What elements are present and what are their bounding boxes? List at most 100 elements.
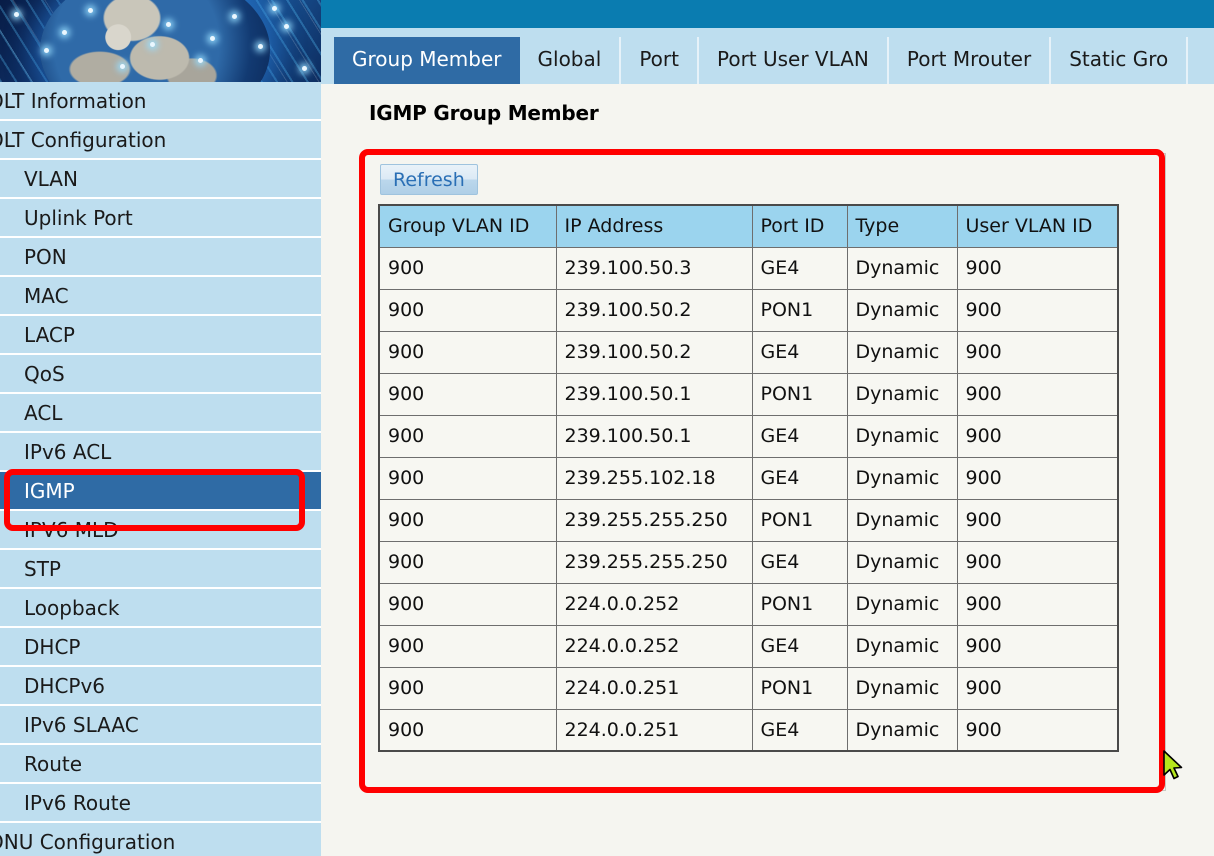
sidebar-item-route[interactable]: Route bbox=[0, 745, 321, 784]
table-cell: Dynamic bbox=[847, 541, 957, 583]
table-cell: 900 bbox=[957, 625, 1118, 667]
table-row: 900224.0.0.252PON1Dynamic900 bbox=[379, 583, 1118, 625]
table-cell: Dynamic bbox=[847, 667, 957, 709]
sidebar-item-ipv6-route[interactable]: IPv6 Route bbox=[0, 784, 321, 823]
table-cell: GE4 bbox=[752, 625, 847, 667]
sidebar-item-mac[interactable]: MAC bbox=[0, 277, 321, 316]
main-area: Group MemberGlobalPortPort User VLANPort… bbox=[321, 0, 1214, 856]
table-cell: 224.0.0.252 bbox=[556, 583, 752, 625]
table-cell: Dynamic bbox=[847, 625, 957, 667]
sidebar-item-ipv6-mld[interactable]: IPV6 MLD bbox=[0, 511, 321, 550]
table-cell: 900 bbox=[957, 583, 1118, 625]
igmp-group-member-panel: Refresh Group VLAN IDIP AddressPort IDTy… bbox=[363, 153, 1166, 791]
refresh-button[interactable]: Refresh bbox=[380, 164, 478, 195]
tab-group-member[interactable]: Group Member bbox=[334, 37, 520, 84]
table-row: 900239.255.102.18GE4Dynamic900 bbox=[379, 457, 1118, 499]
sidebar-item-lacp[interactable]: LACP bbox=[0, 316, 321, 355]
table-cell: Dynamic bbox=[847, 247, 957, 289]
table-cell: 900 bbox=[379, 583, 556, 625]
table-cell: Dynamic bbox=[847, 499, 957, 541]
table-cell: GE4 bbox=[752, 247, 847, 289]
table-cell: 224.0.0.251 bbox=[556, 709, 752, 751]
table-cell: GE4 bbox=[752, 457, 847, 499]
tab-port[interactable]: Port bbox=[621, 37, 699, 84]
sidebar-item-dhcpv6[interactable]: DHCPv6 bbox=[0, 667, 321, 706]
tab-global[interactable]: Global bbox=[520, 37, 622, 84]
column-header-group-vlan-id: Group VLAN ID bbox=[379, 205, 556, 247]
column-header-port-id: Port ID bbox=[752, 205, 847, 247]
table-cell: Dynamic bbox=[847, 331, 957, 373]
table-cell: 900 bbox=[957, 289, 1118, 331]
sidebar-item-acl[interactable]: ACL bbox=[0, 394, 321, 433]
table-cell: 900 bbox=[957, 541, 1118, 583]
sidebar-item-igmp[interactable]: IGMP bbox=[0, 472, 321, 511]
table-row: 900239.100.50.2PON1Dynamic900 bbox=[379, 289, 1118, 331]
table-cell: 900 bbox=[379, 331, 556, 373]
table-cell: 900 bbox=[379, 247, 556, 289]
sidebar-item-uplink-port[interactable]: Uplink Port bbox=[0, 199, 321, 238]
table-cell: Dynamic bbox=[847, 373, 957, 415]
table-cell: Dynamic bbox=[847, 457, 957, 499]
page-root: OLT InformationOLT ConfigurationVLANUpli… bbox=[0, 0, 1214, 856]
table-body: 900239.100.50.3GE4Dynamic900900239.100.5… bbox=[379, 247, 1118, 751]
table-cell: 900 bbox=[379, 457, 556, 499]
table-cell: 239.255.102.18 bbox=[556, 457, 752, 499]
table-cell: GE4 bbox=[752, 331, 847, 373]
table-cell: 239.100.50.2 bbox=[556, 331, 752, 373]
sidebar-item-ipv6-slaac[interactable]: IPv6 SLAAC bbox=[0, 706, 321, 745]
top-bar bbox=[321, 0, 1214, 28]
banner-dots bbox=[0, 0, 321, 82]
table-row: 900239.100.50.3GE4Dynamic900 bbox=[379, 247, 1118, 289]
table-cell: 900 bbox=[379, 667, 556, 709]
table-cell: 900 bbox=[379, 499, 556, 541]
table-cell: Dynamic bbox=[847, 709, 957, 751]
sidebar-item-dhcp[interactable]: DHCP bbox=[0, 628, 321, 667]
sidebar-item-stp[interactable]: STP bbox=[0, 550, 321, 589]
sidebar-item-qos[interactable]: QoS bbox=[0, 355, 321, 394]
table-cell: Dynamic bbox=[847, 583, 957, 625]
tab-static-gro[interactable]: Static Gro bbox=[1051, 37, 1188, 84]
table-cell: 900 bbox=[957, 415, 1118, 457]
table-cell: 239.100.50.2 bbox=[556, 289, 752, 331]
table-cell: PON1 bbox=[752, 667, 847, 709]
table-header: Group VLAN IDIP AddressPort IDTypeUser V… bbox=[379, 205, 1118, 247]
sidebar-item-loopback[interactable]: Loopback bbox=[0, 589, 321, 628]
table-cell: Dynamic bbox=[847, 289, 957, 331]
table-cell: 239.100.50.3 bbox=[556, 247, 752, 289]
table-cell: PON1 bbox=[752, 499, 847, 541]
table-cell: GE4 bbox=[752, 709, 847, 751]
sidebar-item-vlan[interactable]: VLAN bbox=[0, 160, 321, 199]
table-cell: PON1 bbox=[752, 289, 847, 331]
column-header-ip-address: IP Address bbox=[556, 205, 752, 247]
table-row: 900224.0.0.252GE4Dynamic900 bbox=[379, 625, 1118, 667]
table-cell: PON1 bbox=[752, 583, 847, 625]
table-row: 900224.0.0.251GE4Dynamic900 bbox=[379, 709, 1118, 751]
table-cell: 900 bbox=[957, 667, 1118, 709]
table-cell: 900 bbox=[957, 331, 1118, 373]
table-cell: 900 bbox=[957, 499, 1118, 541]
sidebar-item-olt-information[interactable]: OLT Information bbox=[0, 82, 321, 121]
tab-port-user-vlan[interactable]: Port User VLAN bbox=[699, 37, 889, 84]
table-row: 900239.100.50.1PON1Dynamic900 bbox=[379, 373, 1118, 415]
mouse-pointer-arrow-icon bbox=[1162, 750, 1184, 782]
table-row: 900224.0.0.251PON1Dynamic900 bbox=[379, 667, 1118, 709]
table-cell: 900 bbox=[957, 709, 1118, 751]
table-cell: 224.0.0.252 bbox=[556, 625, 752, 667]
tab-port-mrouter[interactable]: Port Mrouter bbox=[889, 37, 1051, 84]
table-row: 900239.255.255.250GE4Dynamic900 bbox=[379, 541, 1118, 583]
sidebar-item-onu-configuration[interactable]: ONU Configuration bbox=[0, 823, 321, 856]
table-cell: 900 bbox=[379, 625, 556, 667]
table-cell: 239.100.50.1 bbox=[556, 373, 752, 415]
table-cell: 239.255.255.250 bbox=[556, 499, 752, 541]
table-row: 900239.255.255.250PON1Dynamic900 bbox=[379, 499, 1118, 541]
group-member-table: Group VLAN IDIP AddressPort IDTypeUser V… bbox=[378, 204, 1119, 752]
table-cell: GE4 bbox=[752, 415, 847, 457]
sidebar-item-pon[interactable]: PON bbox=[0, 238, 321, 277]
column-header-user-vlan-id: User VLAN ID bbox=[957, 205, 1118, 247]
table-cell: 239.100.50.1 bbox=[556, 415, 752, 457]
sidebar-item-ipv6-acl[interactable]: IPv6 ACL bbox=[0, 433, 321, 472]
sidebar-menu: OLT InformationOLT ConfigurationVLANUpli… bbox=[0, 82, 321, 856]
page-title: IGMP Group Member bbox=[369, 101, 599, 125]
table-cell: 900 bbox=[379, 415, 556, 457]
sidebar-item-olt-configuration[interactable]: OLT Configuration bbox=[0, 121, 321, 160]
